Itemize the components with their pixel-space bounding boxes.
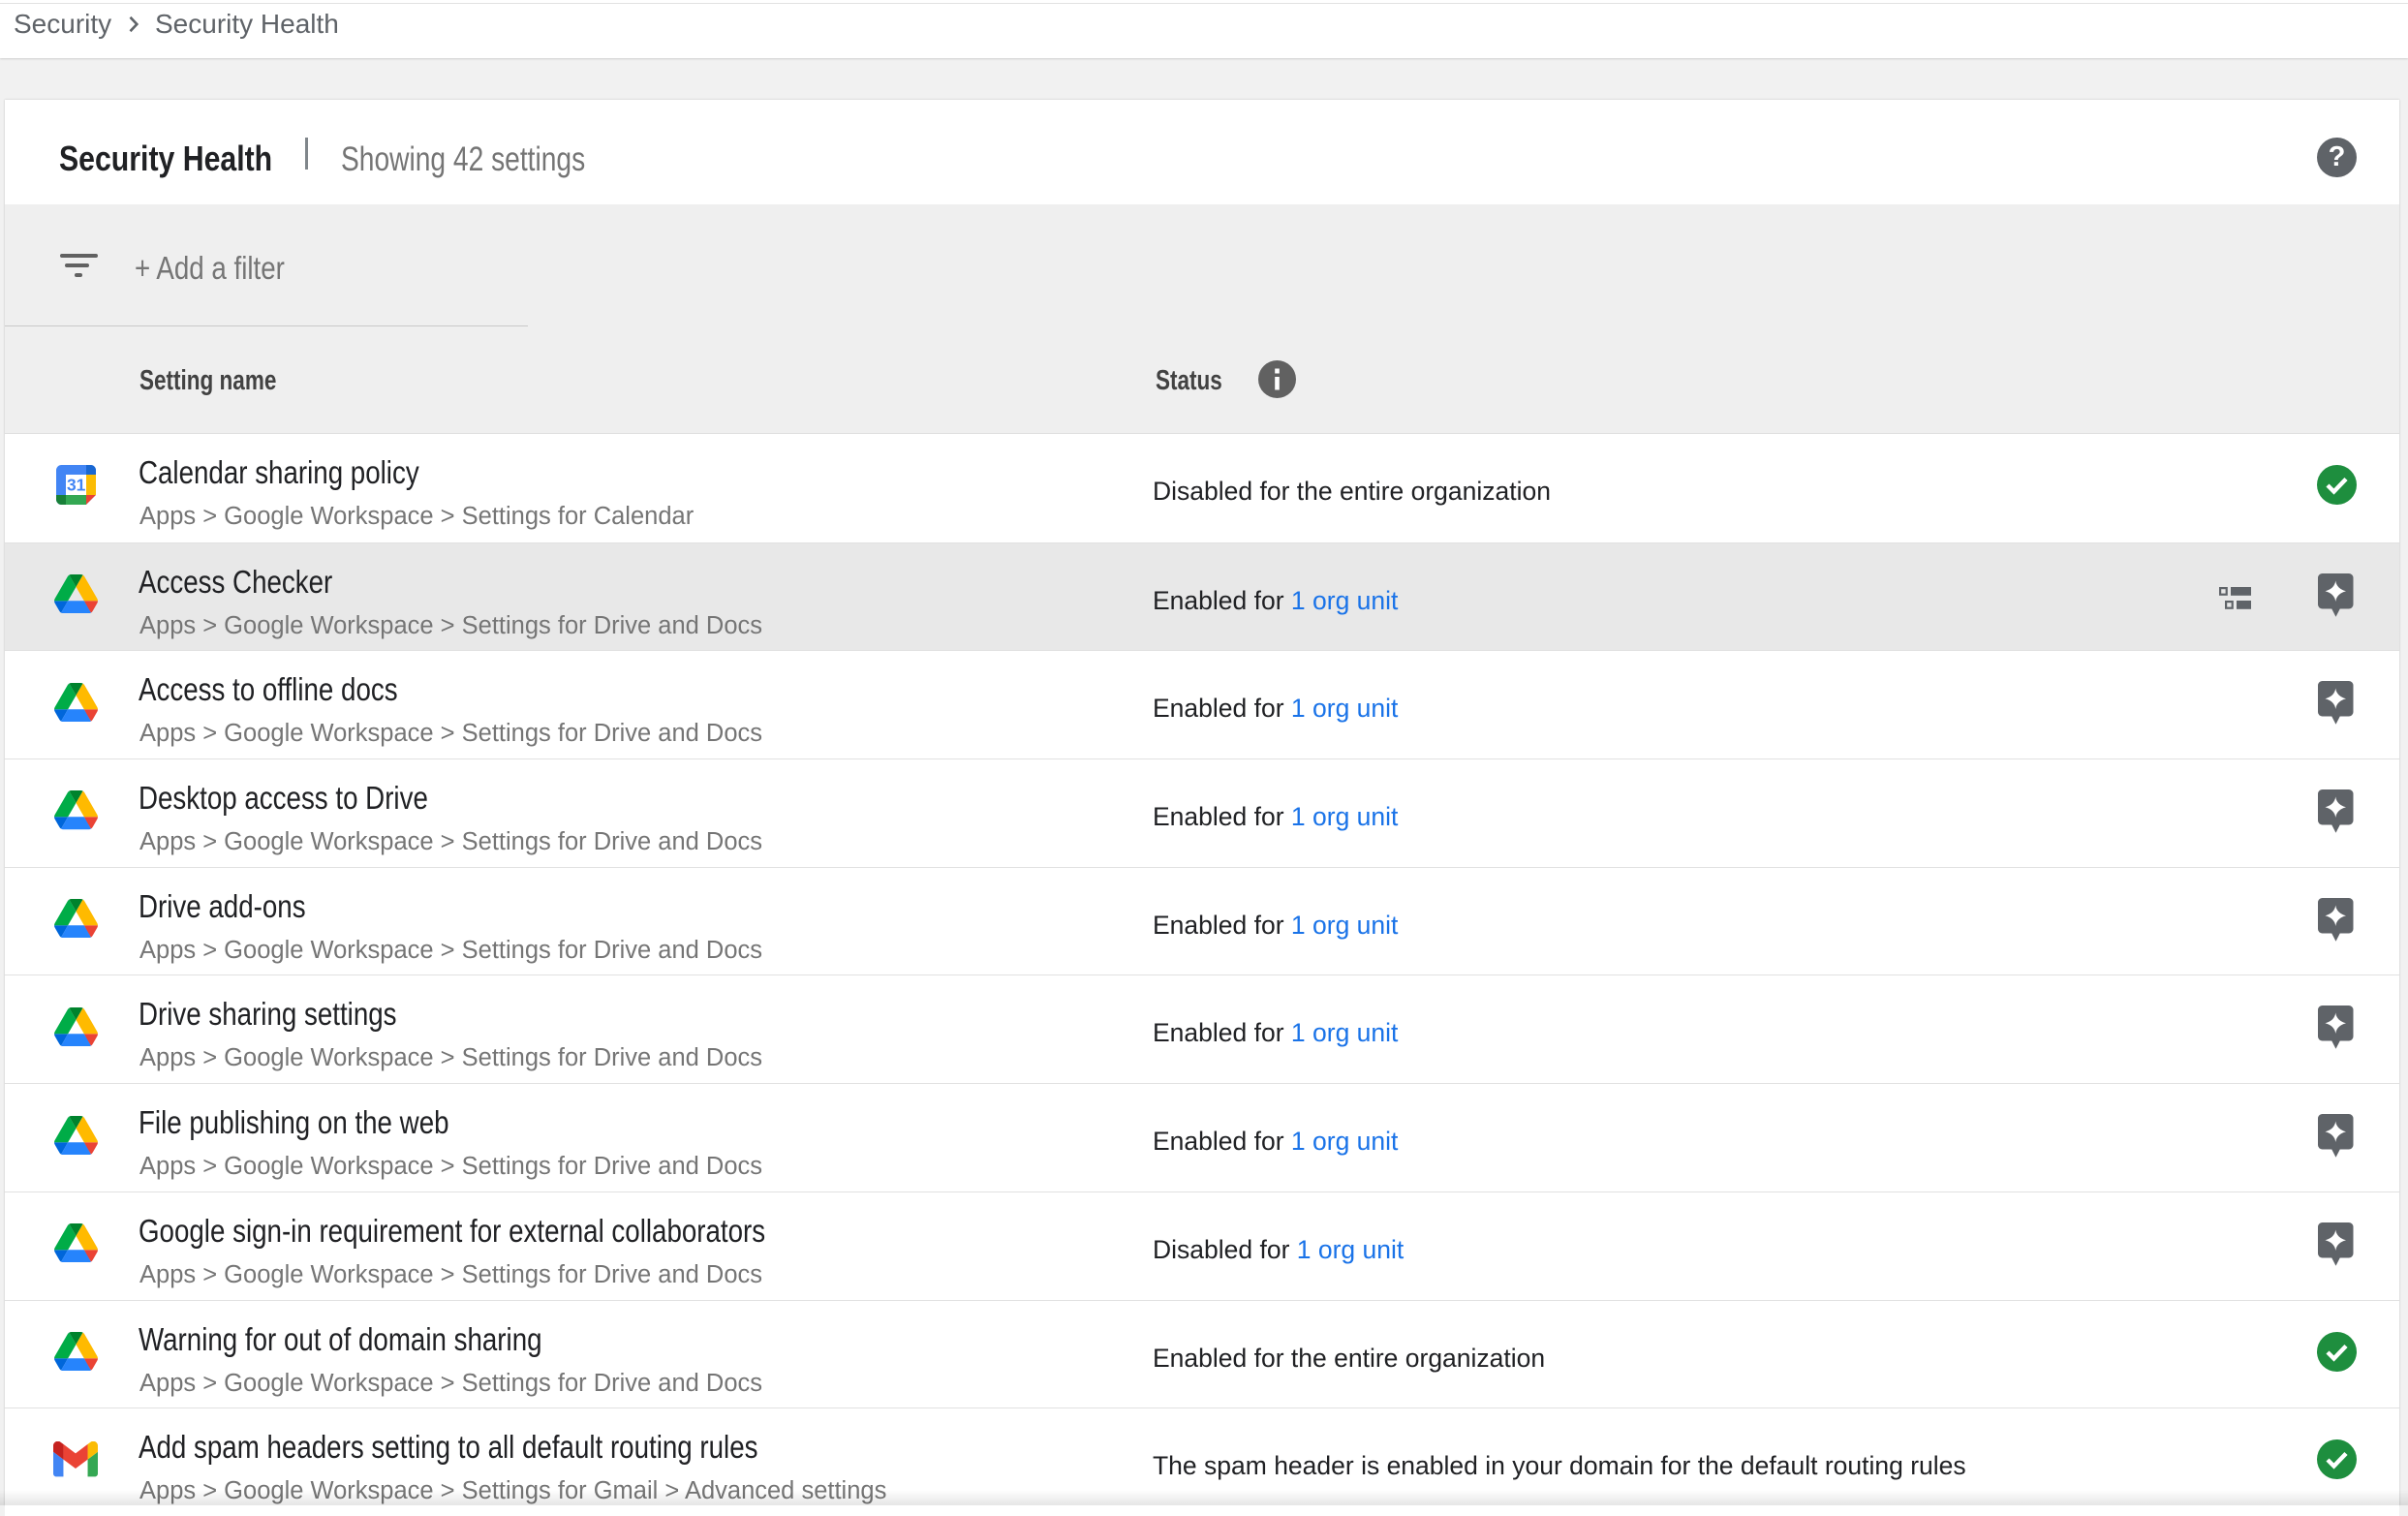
svg-text:31: 31 bbox=[66, 476, 85, 495]
